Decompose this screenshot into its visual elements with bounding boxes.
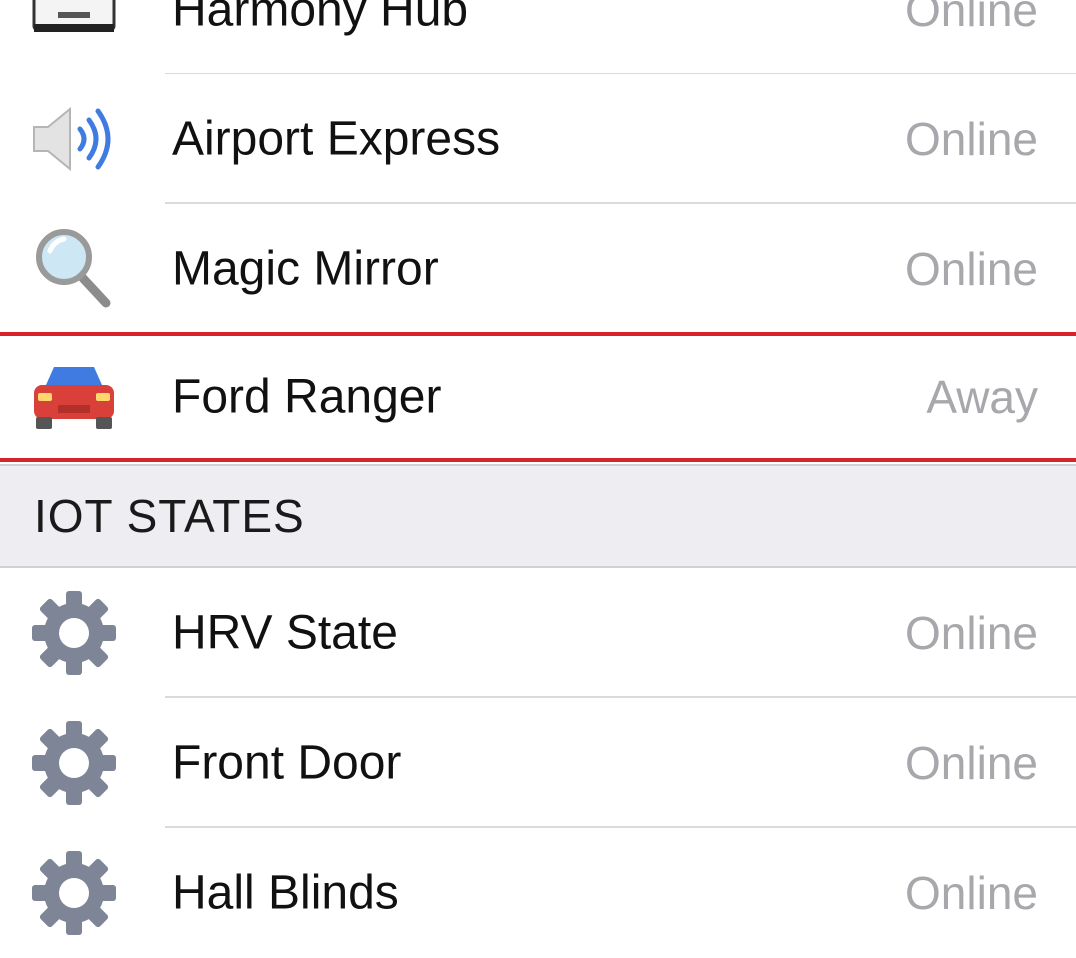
- iot-item-name: Hall Blinds: [172, 866, 399, 920]
- gear-icon: [28, 587, 120, 679]
- gear-icon: [28, 717, 120, 809]
- highlight-border-bottom: [0, 458, 1076, 462]
- device-status: Online: [905, 243, 1038, 295]
- iot-item-status: Online: [905, 737, 1038, 789]
- car-icon: [28, 351, 120, 443]
- section-header-iot-states: IOT STATES: [0, 464, 1076, 568]
- device-status: Online: [905, 113, 1038, 165]
- iot-row-front-door[interactable]: Front Door Online: [0, 698, 1076, 828]
- hub-device-icon: [28, 0, 120, 56]
- device-name: Ford Ranger: [172, 370, 442, 424]
- iot-item-name: Front Door: [172, 736, 402, 790]
- magnifying-glass-icon: [28, 223, 120, 315]
- iot-item-name: HRV State: [172, 606, 398, 660]
- section-title: IOT STATES: [34, 490, 305, 542]
- iot-row-hrv-state[interactable]: HRV State Online: [0, 568, 1076, 698]
- speaker-icon: [28, 93, 120, 185]
- device-name: Harmony Hub: [172, 0, 469, 37]
- iot-item-status: Online: [905, 867, 1038, 919]
- device-row-airport-express[interactable]: Airport Express Online: [0, 74, 1076, 204]
- device-row-ford-ranger[interactable]: Ford Ranger Away: [0, 336, 1076, 458]
- device-name: Magic Mirror: [172, 242, 439, 296]
- device-name: Airport Express: [172, 112, 501, 166]
- iot-item-status: Online: [905, 607, 1038, 659]
- iot-row-hall-blinds[interactable]: Hall Blinds Online: [0, 828, 1076, 958]
- gear-icon: [28, 847, 120, 939]
- device-row-harmony-hub[interactable]: Harmony Hub Online: [0, 0, 1076, 75]
- device-row-magic-mirror[interactable]: Magic Mirror Online: [0, 204, 1076, 334]
- device-status: Away: [926, 371, 1038, 423]
- device-status: Online: [905, 0, 1038, 36]
